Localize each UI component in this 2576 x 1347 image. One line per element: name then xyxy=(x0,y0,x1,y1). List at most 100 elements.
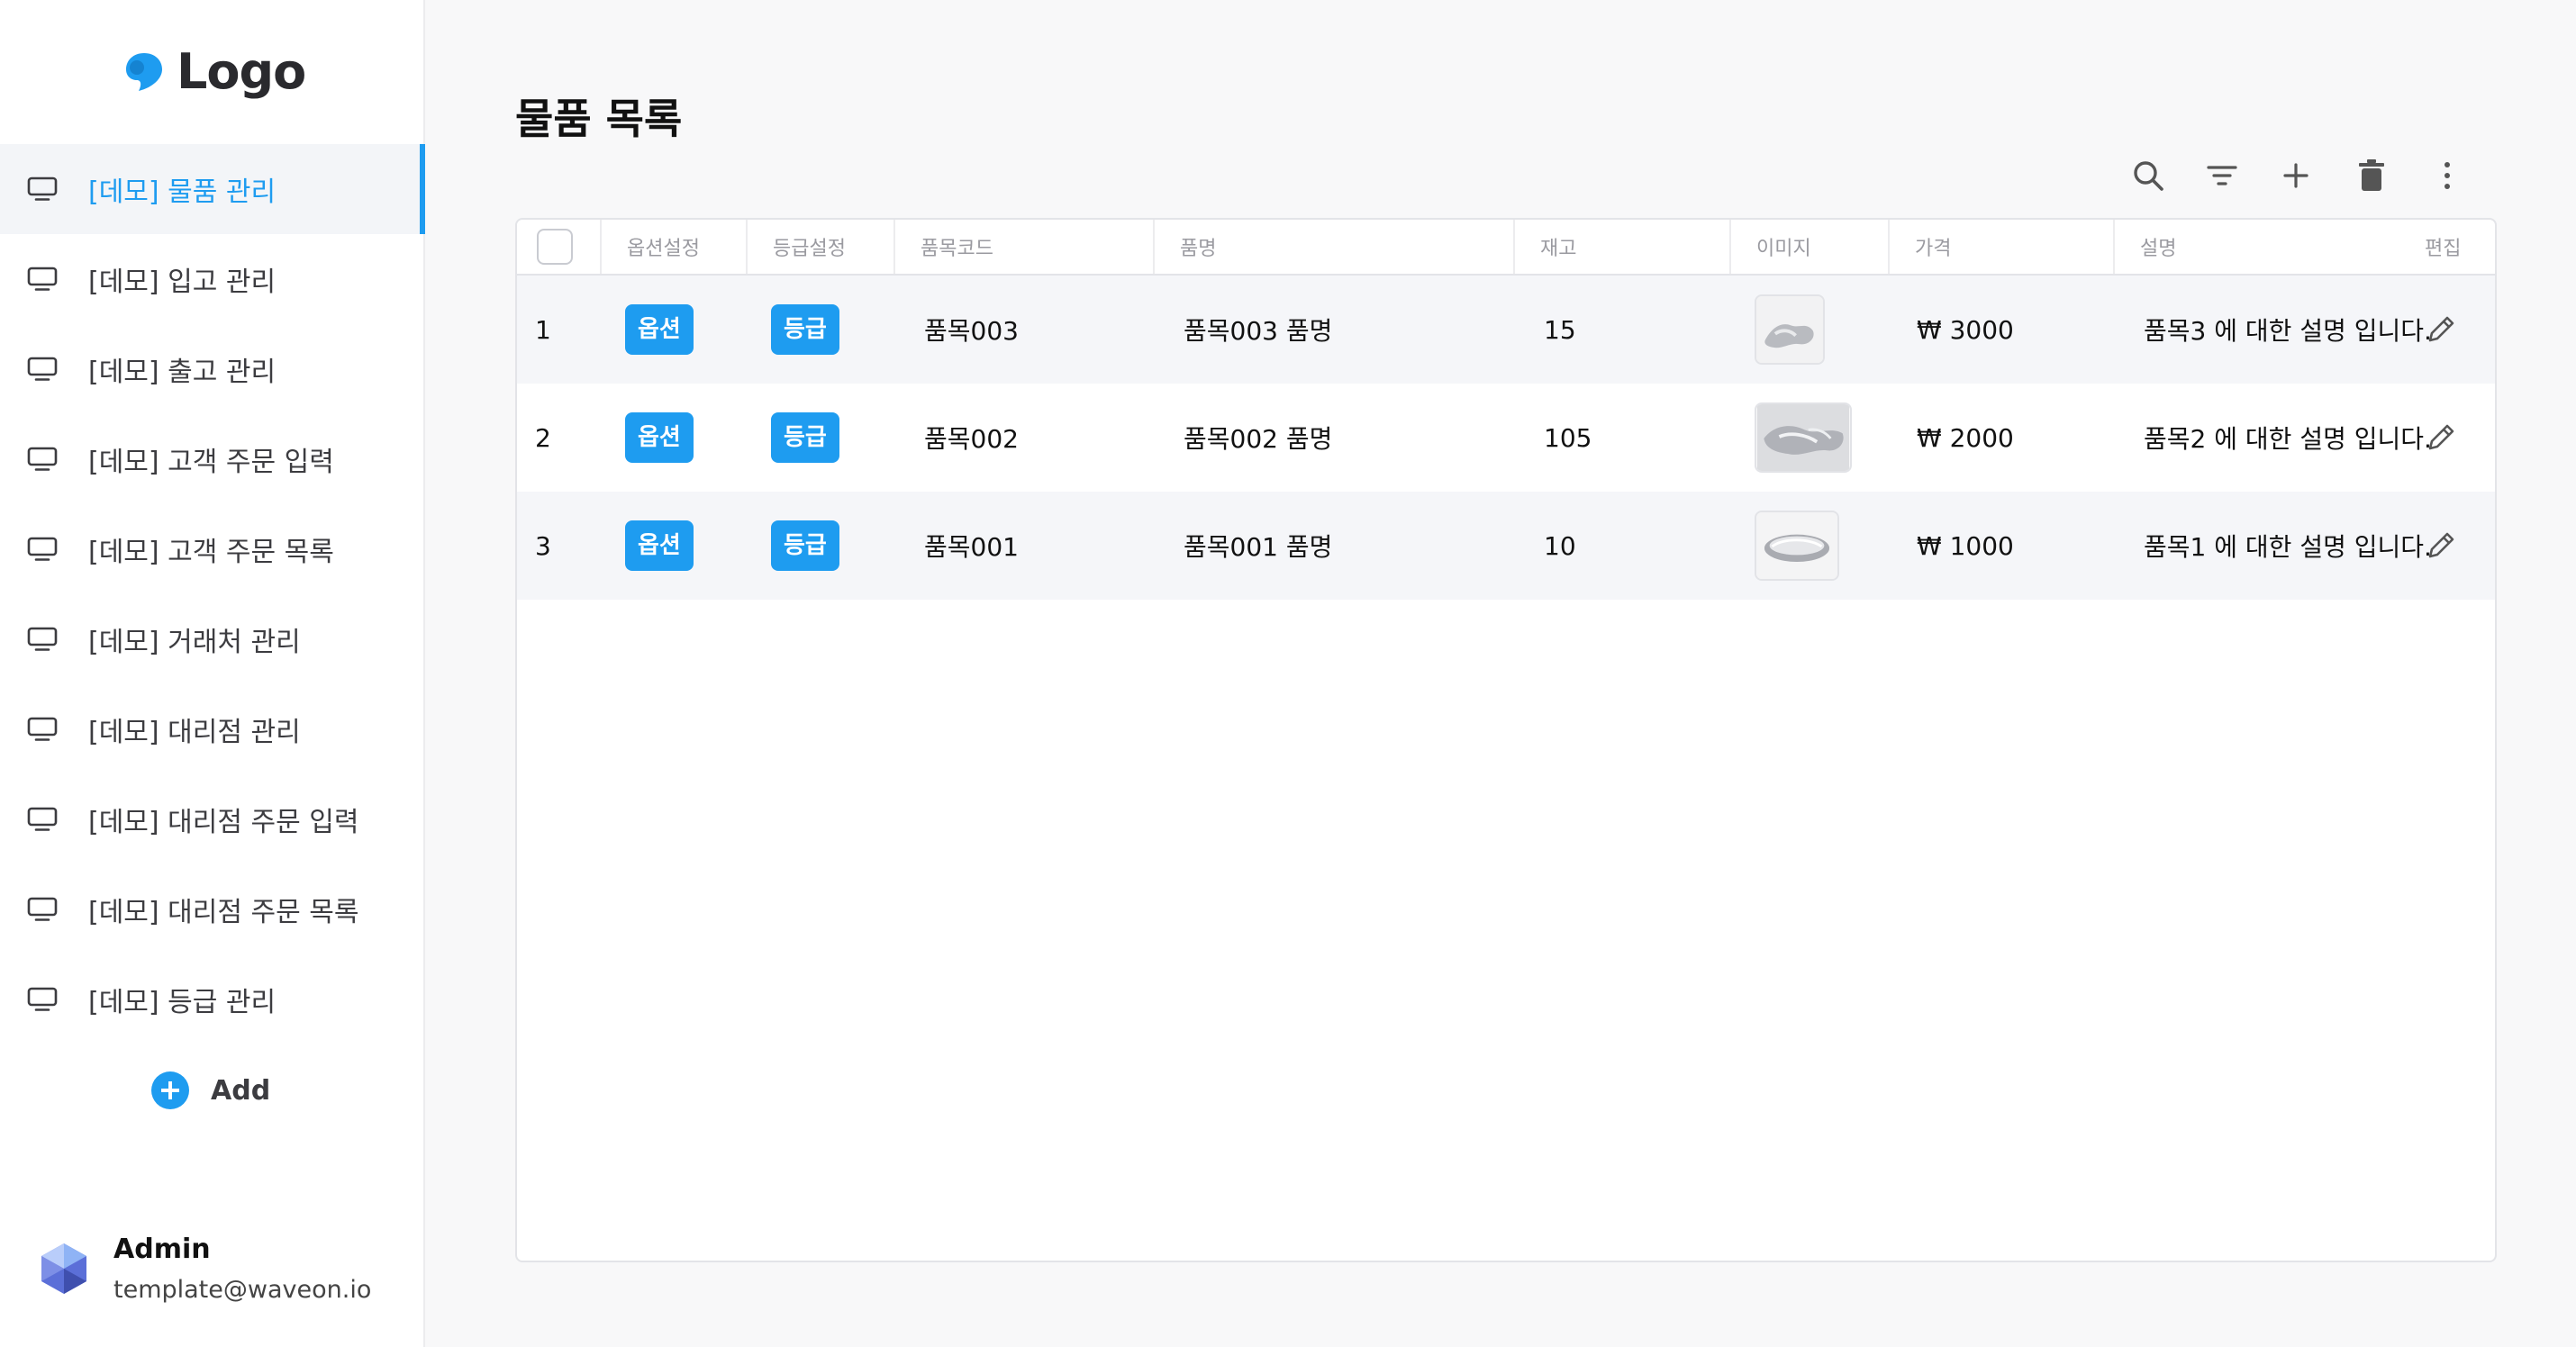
pencil-icon xyxy=(2428,532,2454,558)
item-price: ₩ 3000 xyxy=(1917,314,2014,345)
pencil-icon xyxy=(2428,316,2454,342)
logo[interactable]: Logo xyxy=(122,41,306,101)
grade-button[interactable]: 등급 xyxy=(771,304,839,355)
item-price: ₩ 1000 xyxy=(1917,530,2014,561)
header-grade[interactable]: 등급설정 xyxy=(746,220,893,274)
sidebar-item-partners[interactable]: [데모] 거래처 관리 xyxy=(0,594,425,684)
sidebar-item-agency-order-list[interactable]: [데모] 대리점 주문 목록 xyxy=(0,864,425,954)
item-code: 품목003 xyxy=(924,316,1019,346)
plus-icon xyxy=(2283,163,2308,188)
user-name: Admin xyxy=(113,1234,211,1265)
item-thumbnail[interactable] xyxy=(1755,511,1839,581)
row-number: 1 xyxy=(535,314,551,345)
header-edit: 편집 xyxy=(2425,238,2462,260)
item-price: ₩ 2000 xyxy=(1917,422,2014,453)
item-name: 품목002 품명 xyxy=(1184,424,1333,454)
item-description: 품목3 에 대한 설명 입니다. xyxy=(2144,316,2432,346)
header-desc[interactable]: 설명 xyxy=(2113,220,2401,274)
delete-button[interactable] xyxy=(2349,153,2394,198)
edit-button[interactable] xyxy=(2423,276,2459,384)
item-thumbnail[interactable] xyxy=(1755,402,1852,473)
more-vertical-icon xyxy=(2444,162,2450,189)
monitor-icon xyxy=(27,537,58,561)
header-price[interactable]: 가격 xyxy=(1888,220,2113,274)
edit-button[interactable] xyxy=(2423,492,2459,600)
sidebar-item-customer-order-list[interactable]: [데모] 고객 주문 목록 xyxy=(0,504,425,594)
sidebar-nav: [데모] 물품 관리 [데모] 입고 관리 [데모] 출고 관리 [데모] 고객… xyxy=(0,144,425,1044)
sidebar-item-customer-order-input[interactable]: [데모] 고객 주문 입력 xyxy=(0,414,425,504)
item-thumbnail[interactable] xyxy=(1755,294,1825,365)
add-menu-button[interactable]: Add xyxy=(151,1071,270,1109)
select-all-cell xyxy=(537,220,573,274)
grade-button[interactable]: 등급 xyxy=(771,520,839,571)
sidebar-item-label: [데모] 고객 주문 입력 xyxy=(88,447,334,478)
more-button[interactable] xyxy=(2425,153,2470,198)
sidebar-item-label: [데모] 대리점 관리 xyxy=(88,717,301,748)
user-email: template@waveon.io xyxy=(113,1276,372,1304)
item-stock: 10 xyxy=(1544,530,1576,561)
items-table: 옵션설정 등급설정 품목코드 품명 재고 이미지 가격 설명 편집 1 옵션 등… xyxy=(515,218,2497,1262)
plus-circle-icon xyxy=(151,1071,189,1109)
sidebar-item-outbound[interactable]: [데모] 출고 관리 xyxy=(0,324,425,414)
sidebar-item-grades[interactable]: [데모] 등급 관리 xyxy=(0,954,425,1044)
sidebar-item-label: [데모] 대리점 주문 목록 xyxy=(88,897,359,928)
table-header: 옵션설정 등급설정 품목코드 품명 재고 이미지 가격 설명 편집 xyxy=(517,220,2495,276)
sidebar-item-items[interactable]: [데모] 물품 관리 xyxy=(0,144,425,234)
header-image[interactable]: 이미지 xyxy=(1729,220,1888,274)
item-description: 품목1 에 대한 설명 입니다. xyxy=(2144,532,2432,562)
sidebar-item-label: [데모] 출고 관리 xyxy=(88,357,277,388)
pencil-icon xyxy=(2428,424,2454,450)
table-row[interactable]: 1 옵션 등급 품목003 품목003 품명 15 ₩ 3000 품목3 에 대… xyxy=(517,276,2495,384)
item-name: 품목003 품명 xyxy=(1184,316,1333,346)
header-stock[interactable]: 재고 xyxy=(1513,220,1729,274)
user-profile[interactable]: Admin template@waveon.io xyxy=(36,1234,371,1304)
sidebar-item-agencies[interactable]: [데모] 대리점 관리 xyxy=(0,684,425,774)
search-icon xyxy=(2134,161,2163,191)
option-button[interactable]: 옵션 xyxy=(625,304,694,355)
monitor-icon xyxy=(27,176,58,201)
sidebar-item-inbound[interactable]: [데모] 입고 관리 xyxy=(0,234,425,324)
sidebar-item-label: [데모] 거래처 관리 xyxy=(88,627,301,658)
monitor-icon xyxy=(27,447,58,471)
monitor-icon xyxy=(27,627,58,651)
avatar xyxy=(41,1243,86,1294)
select-all-checkbox[interactable] xyxy=(537,229,573,265)
monitor-icon xyxy=(27,717,58,741)
monitor-icon xyxy=(27,267,58,291)
filter-icon xyxy=(2207,166,2237,185)
table-toolbar xyxy=(2126,153,2486,198)
sidebar: Logo [데모] 물품 관리 [데모] 입고 관리 [데모] 출고 관리 [데… xyxy=(0,0,425,1347)
add-label: Add xyxy=(211,1074,271,1107)
sidebar-item-label: [데모] 입고 관리 xyxy=(88,267,277,298)
item-code: 품목002 xyxy=(924,424,1019,454)
table-row[interactable]: 3 옵션 등급 품목001 품목001 품명 10 ₩ 1000 품목1 에 대… xyxy=(517,492,2495,600)
trash-icon xyxy=(2359,159,2384,191)
header-option[interactable]: 옵션설정 xyxy=(600,220,746,274)
header-name[interactable]: 품명 xyxy=(1153,220,1513,274)
filter-button[interactable] xyxy=(2200,153,2245,198)
option-button[interactable]: 옵션 xyxy=(625,412,694,463)
header-code[interactable]: 품목코드 xyxy=(893,220,1153,274)
sidebar-item-label: [데모] 등급 관리 xyxy=(88,987,277,1018)
sidebar-item-label: [데모] 물품 관리 xyxy=(88,176,277,208)
item-stock: 105 xyxy=(1544,422,1592,453)
grade-button[interactable]: 등급 xyxy=(771,412,839,463)
item-stock: 15 xyxy=(1544,314,1576,345)
edit-button[interactable] xyxy=(2423,384,2459,492)
sidebar-item-label: [데모] 고객 주문 목록 xyxy=(88,537,334,568)
option-button[interactable]: 옵션 xyxy=(625,520,694,571)
sidebar-item-label: [데모] 대리점 주문 입력 xyxy=(88,807,359,838)
monitor-icon xyxy=(27,357,58,381)
sidebar-item-agency-order-input[interactable]: [데모] 대리점 주문 입력 xyxy=(0,774,425,864)
logo-text: Logo xyxy=(177,42,306,100)
row-number: 3 xyxy=(535,530,551,561)
row-number: 2 xyxy=(535,422,551,453)
add-button[interactable] xyxy=(2273,153,2318,198)
item-code: 품목001 xyxy=(924,532,1019,562)
page-title: 물품 목록 xyxy=(515,95,683,143)
table-row[interactable]: 2 옵션 등급 품목002 품목002 품명 105 ₩ 2000 품목2 에 … xyxy=(517,384,2495,492)
monitor-icon xyxy=(27,807,58,831)
search-button[interactable] xyxy=(2126,153,2171,198)
monitor-icon xyxy=(27,987,58,1011)
item-description: 품목2 에 대한 설명 입니다. xyxy=(2144,424,2432,454)
